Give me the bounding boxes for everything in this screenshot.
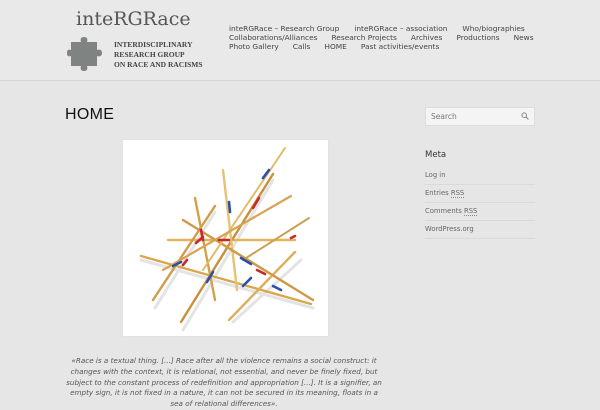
logo-subtitle-line: ON RACE AND RACISMS bbox=[114, 60, 203, 69]
logo-title: inteRGRace bbox=[76, 8, 191, 30]
logo-subtitle-line: INTERDISCIPLINARY bbox=[114, 40, 193, 49]
nav-item-research-projects[interactable]: Research Projects bbox=[332, 33, 397, 42]
nav-item-biographies[interactable]: Who/biographies bbox=[462, 24, 524, 33]
nav-item-research-group[interactable]: inteRGRace – Research Group bbox=[229, 24, 339, 33]
rss-abbr: RSS bbox=[464, 207, 478, 216]
meta-list: Log in Entries RSS Comments RSS WordPres… bbox=[425, 167, 535, 239]
rss-abbr: RSS bbox=[450, 189, 465, 198]
site-logo[interactable]: inteRGRace INTERDISCIPLINARY RESEARCH GR… bbox=[67, 8, 207, 74]
pick-up-sticks-image bbox=[123, 140, 328, 336]
nav-item-photo-gallery[interactable]: Photo Gallery bbox=[229, 42, 279, 51]
nav-item-collaborations[interactable]: Collaborations/Alliances bbox=[229, 33, 318, 42]
nav-row: Photo Gallery Calls HOME Past activities… bbox=[229, 42, 569, 51]
logo-subtitle-line: RESEARCH GROUP bbox=[114, 50, 185, 59]
nav-item-news[interactable]: News bbox=[514, 33, 534, 42]
meta-wordpress-link[interactable]: WordPress.org bbox=[425, 221, 535, 239]
nav-row: inteRGRace – Research Group inteRGRace –… bbox=[229, 24, 569, 33]
nav-row: Collaborations/Alliances Research Projec… bbox=[229, 33, 569, 42]
meta-widget-title: Meta bbox=[425, 150, 447, 160]
search-input[interactable] bbox=[431, 111, 516, 122]
nav-item-calls[interactable]: Calls bbox=[293, 42, 311, 51]
nav-item-productions[interactable]: Productions bbox=[456, 33, 499, 42]
nav-item-archives[interactable]: Archives bbox=[411, 33, 443, 42]
logo-subtitle: INTERDISCIPLINARY RESEARCH GROUP ON RACE… bbox=[114, 40, 214, 70]
site-header: inteRGRace INTERDISCIPLINARY RESEARCH GR… bbox=[0, 0, 600, 81]
meta-comments-label: Comments bbox=[425, 207, 462, 215]
meta-comments-rss-link[interactable]: Comments RSS bbox=[425, 203, 535, 221]
meta-entries-label: Entries bbox=[425, 189, 449, 197]
nav-item-association[interactable]: inteRGRace – association bbox=[354, 24, 447, 33]
nav-item-past-activities[interactable]: Past activities/events bbox=[361, 42, 439, 51]
nav-item-home[interactable]: HOME bbox=[324, 42, 346, 51]
search-box[interactable] bbox=[425, 107, 535, 126]
search-icon[interactable] bbox=[521, 112, 529, 120]
meta-entries-rss-link[interactable]: Entries RSS bbox=[425, 185, 535, 203]
meta-login-link[interactable]: Log in bbox=[425, 167, 535, 185]
main-navigation: inteRGRace – Research Group inteRGRace –… bbox=[229, 24, 569, 51]
page-title: HOME bbox=[65, 106, 115, 123]
quote-text: «Race is a textual thing. [...] Race aft… bbox=[66, 356, 382, 409]
puzzle-piece-icon bbox=[67, 37, 102, 71]
